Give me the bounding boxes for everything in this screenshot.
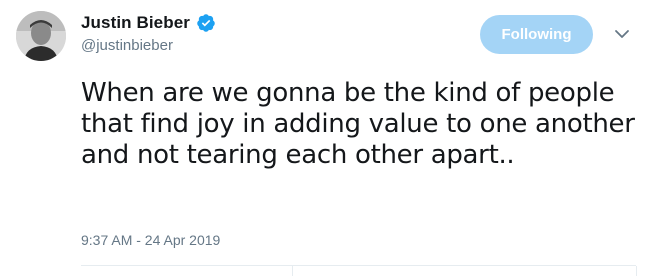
divider [81,265,636,266]
divider-separator [636,266,637,276]
divider-separator [292,266,293,276]
user-avatar-icon [16,11,66,61]
tweet-timestamp[interactable]: 9:37 AM - 24 Apr 2019 [81,232,220,248]
user-handle[interactable]: @justinbieber [81,37,173,54]
tweet-card: Justin Bieber @justinbieber Following Wh… [0,0,653,276]
chevron-down-icon [615,30,629,38]
display-name[interactable]: Justin Bieber [81,13,190,33]
following-button[interactable]: Following [480,15,593,54]
author-name-row: Justin Bieber [81,11,216,35]
verified-badge-icon [196,13,216,33]
avatar[interactable] [16,11,66,61]
tweet-text: When are we gonna be the kind of people … [81,78,635,170]
more-options-button[interactable] [612,24,632,44]
